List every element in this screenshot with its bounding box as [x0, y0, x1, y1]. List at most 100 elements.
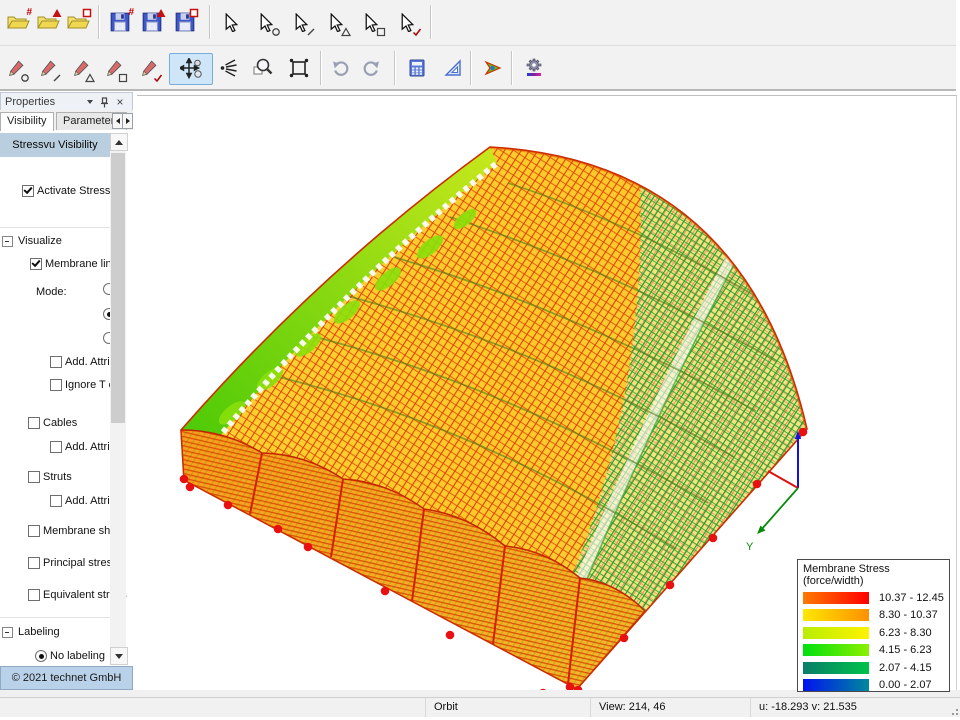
- legend-range: 2.07 - 4.15: [879, 662, 932, 674]
- open-file-hash-button[interactable]: #: [3, 7, 33, 37]
- panel-footer: © 2021 technet GmbH: [0, 666, 133, 690]
- view-rays-button[interactable]: [214, 53, 244, 83]
- set-square-icon: [443, 58, 463, 78]
- result-arrow-button[interactable]: [478, 53, 508, 83]
- toolbar-separator: [394, 51, 396, 85]
- legend-color-bar: [803, 644, 869, 656]
- square-marker-icon: [189, 8, 199, 18]
- close-icon[interactable]: ×: [114, 96, 126, 108]
- toolbar-separator: [98, 5, 100, 39]
- scrollbar-thumb[interactable]: [111, 153, 125, 423]
- hash-marker-icon: #: [26, 8, 32, 18]
- open-file-triangle-button[interactable]: [33, 7, 63, 37]
- circle-marker-icon: [271, 27, 281, 37]
- axis-y-label: Y: [746, 541, 754, 553]
- legend-row: 0.00 - 2.07: [803, 677, 949, 695]
- scroll-down-icon[interactable]: [110, 647, 128, 665]
- axis-y: [761, 488, 798, 530]
- draw-triangle-button[interactable]: [65, 53, 95, 83]
- checkbox-icon: [50, 441, 62, 453]
- calculate-button[interactable]: [402, 53, 432, 83]
- legend-color-bar: [803, 592, 869, 604]
- undo-button[interactable]: [326, 53, 356, 83]
- legend-color-bar: [803, 679, 869, 691]
- draw-square-button[interactable]: [98, 53, 128, 83]
- panel-titlebar[interactable]: Properties ×: [0, 92, 133, 112]
- select-point-button[interactable]: [251, 7, 281, 37]
- scroll-up-icon[interactable]: [110, 133, 128, 151]
- checkbox-icon: [50, 356, 62, 368]
- orbit-pan-zoom-button[interactable]: [169, 53, 213, 85]
- status-tool: Orbit: [425, 698, 598, 717]
- panel-tabs: Visibility Parameters: [0, 110, 133, 131]
- tab-scroll-right-icon[interactable]: [122, 113, 133, 129]
- check-marker-icon: [412, 27, 422, 37]
- triangle-marker-icon: [52, 8, 62, 18]
- properties-panel: Properties × Visibility Parameters Stres…: [0, 92, 133, 690]
- legend-range: 8.30 - 10.37: [879, 609, 938, 621]
- legend-range: 0.00 - 2.07: [879, 679, 932, 691]
- toolbar-file: # #: [0, 0, 956, 46]
- zoom-window-button[interactable]: [248, 53, 278, 83]
- draw-apply-button[interactable]: [133, 53, 163, 83]
- legend-color-bar: [803, 609, 869, 621]
- panel-scrollbar[interactable]: [110, 133, 126, 663]
- save-triangle-button[interactable]: [137, 7, 167, 37]
- hash-marker-icon: #: [128, 8, 134, 18]
- triangle-marker-icon: [85, 73, 95, 83]
- select-line-button[interactable]: [286, 7, 316, 37]
- redo-button[interactable]: [356, 53, 386, 83]
- save-hash-button[interactable]: #: [105, 7, 135, 37]
- checkbox-icon: [22, 185, 34, 197]
- legend-row: 2.07 - 4.15: [803, 659, 949, 677]
- application-window: { "toolbar": { "row1_icons": ["open-file…: [0, 0, 960, 720]
- draw-line-button[interactable]: [32, 53, 62, 83]
- legend-row: 10.37 - 12.45: [803, 589, 949, 607]
- toolbar-separator: [209, 5, 211, 39]
- legend-row: 8.30 - 10.37: [803, 607, 949, 625]
- zoom-extents-button[interactable]: [284, 53, 314, 83]
- dropdown-icon[interactable]: [84, 96, 96, 108]
- select-square-button[interactable]: [356, 7, 386, 37]
- rays-icon: [219, 58, 239, 78]
- stress-settings-button[interactable]: [519, 53, 549, 83]
- pin-icon[interactable]: [98, 96, 110, 108]
- gear-colorbar-icon: [524, 58, 544, 78]
- toolbar-tools: [0, 46, 956, 91]
- legend-row: 4.15 - 6.23: [803, 642, 949, 660]
- viewport-3d[interactable]: Y Membrane Stress (force/width) 10.37 - …: [137, 95, 957, 698]
- divider: [0, 617, 110, 618]
- section-header: Stressvu Visibility: [0, 133, 110, 157]
- undo-icon: [331, 58, 351, 78]
- divider: [0, 227, 110, 228]
- select-apply-button[interactable]: [392, 7, 422, 37]
- legend-color-bar: [803, 627, 869, 639]
- slash-marker-icon: [52, 73, 62, 83]
- legend-title: Membrane Stress (force/width): [803, 563, 949, 587]
- collapse-icon[interactable]: [2, 236, 13, 247]
- open-file-square-button[interactable]: [63, 7, 93, 37]
- tab-visibility[interactable]: Visibility: [0, 112, 54, 131]
- radio-icon: [35, 650, 47, 662]
- draw-point-button[interactable]: [0, 53, 30, 83]
- legend-color-bar: [803, 662, 869, 674]
- colored-arrow-icon: [483, 58, 503, 78]
- status-coords: u: -18.293 v: 21.535: [750, 698, 959, 717]
- calculator-icon: [407, 58, 427, 78]
- toolbar-separator: [320, 51, 322, 85]
- checkbox-icon: [28, 525, 40, 537]
- zoom-window-icon: [252, 57, 274, 79]
- square-marker-icon: [376, 27, 386, 37]
- slash-marker-icon: [306, 27, 316, 37]
- select-triangle-button[interactable]: [321, 7, 351, 37]
- checkbox-icon: [28, 557, 40, 569]
- save-square-button[interactable]: [170, 7, 200, 37]
- measure-button[interactable]: [438, 53, 468, 83]
- panel-content: Stressvu Visibility Activate Stressvu Vi…: [0, 130, 133, 666]
- checkbox-icon: [50, 379, 62, 391]
- select-cursor-button[interactable]: [216, 7, 246, 37]
- resize-grip[interactable]: [948, 705, 958, 715]
- collapse-icon[interactable]: [2, 627, 13, 638]
- checkbox-icon: [50, 495, 62, 507]
- square-marker-icon: [118, 73, 128, 83]
